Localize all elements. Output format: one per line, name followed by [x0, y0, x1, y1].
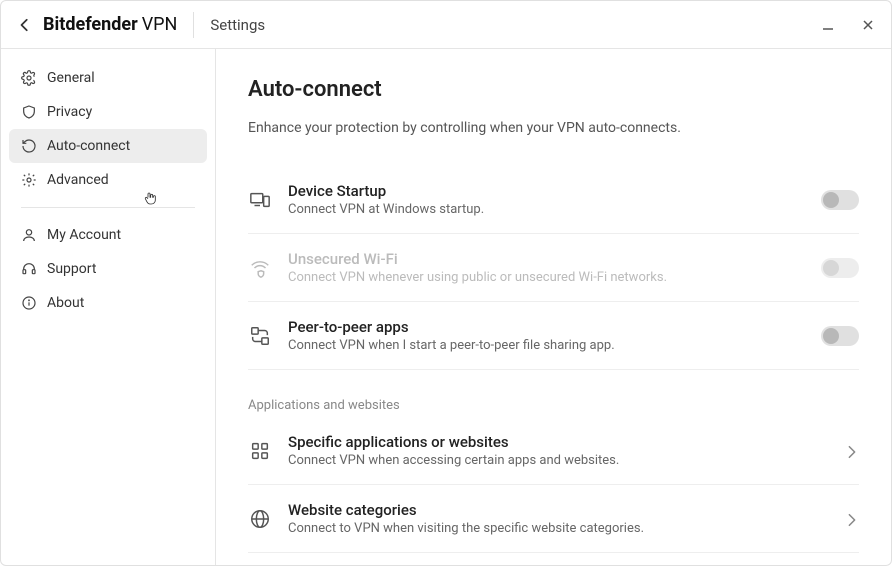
setting-title: Device Startup: [288, 182, 805, 200]
wifi-shield-icon: [248, 256, 272, 280]
setting-desc: Connect VPN whenever using public or uns…: [288, 270, 805, 285]
app-brand: Bitdefender VPN: [43, 14, 177, 35]
link-desc: Connect to VPN when visiting the specifi…: [288, 521, 829, 536]
setting-title: Peer-to-peer apps: [288, 318, 805, 336]
link-row-specific-apps[interactable]: Specific applications or websites Connec…: [248, 417, 859, 485]
window-controls: [819, 16, 877, 34]
grid-icon: [248, 439, 272, 463]
titlebar: Bitdefender VPN Settings: [1, 1, 891, 49]
titlebar-separator: [193, 12, 194, 38]
sidebar-item-about[interactable]: About: [9, 286, 207, 320]
refresh-icon: [21, 138, 37, 154]
info-icon: [21, 295, 37, 311]
group-label: Applications and websites: [248, 398, 859, 413]
brand-product: VPN: [142, 14, 178, 35]
sidebar-item-support[interactable]: Support: [9, 252, 207, 286]
setting-row-unsecured-wifi: Unsecured Wi-Fi Connect VPN whenever usi…: [248, 234, 859, 302]
chevron-right-icon: [845, 512, 859, 526]
sidebar-item-label: Auto-connect: [47, 138, 130, 154]
sidebar-item-auto-connect[interactable]: Auto-connect: [9, 129, 207, 163]
sidebar-item-label: Support: [47, 261, 96, 277]
toggle-device-startup[interactable]: [821, 190, 859, 210]
page-subtitle: Enhance your protection by controlling w…: [248, 120, 859, 136]
link-row-website-categories[interactable]: Website categories Connect to VPN when v…: [248, 485, 859, 553]
link-desc: Connect VPN when accessing certain apps …: [288, 453, 829, 468]
minimize-button[interactable]: [819, 16, 837, 34]
sidebar-item-privacy[interactable]: Privacy: [9, 95, 207, 129]
setting-desc: Connect VPN at Windows startup.: [288, 202, 805, 217]
toggle-peer-to-peer[interactable]: [821, 326, 859, 346]
close-button[interactable]: [859, 16, 877, 34]
chevron-right-icon: [845, 444, 859, 458]
back-button[interactable]: [15, 15, 35, 35]
toggle-unsecured-wifi: [821, 258, 859, 278]
link-title: Specific applications or websites: [288, 433, 829, 451]
shield-icon: [21, 104, 37, 120]
page-title: Auto-connect: [248, 77, 859, 102]
sidebar-item-label: General: [47, 70, 95, 86]
brand-name: Bitdefender: [43, 14, 138, 35]
devices-icon: [248, 188, 272, 212]
link-title: Website categories: [288, 501, 829, 519]
setting-row-device-startup: Device Startup Connect VPN at Windows st…: [248, 166, 859, 234]
sidebar-separator: [21, 207, 195, 208]
sidebar-item-my-account[interactable]: My Account: [9, 218, 207, 252]
p2p-icon: [248, 324, 272, 348]
sidebar-item-label: About: [47, 295, 84, 311]
setting-row-peer-to-peer: Peer-to-peer apps Connect VPN when I sta…: [248, 302, 859, 370]
sidebar-item-label: My Account: [47, 227, 121, 243]
headset-icon: [21, 261, 37, 277]
sliders-icon: [21, 172, 37, 188]
sidebar: General Privacy Auto-connect Advanced: [1, 49, 216, 565]
setting-title: Unsecured Wi-Fi: [288, 250, 805, 268]
sidebar-item-general[interactable]: General: [9, 61, 207, 95]
sidebar-item-label: Advanced: [47, 172, 109, 188]
user-icon: [21, 227, 37, 243]
sidebar-item-advanced[interactable]: Advanced: [9, 163, 207, 197]
sidebar-item-label: Privacy: [47, 104, 92, 120]
gear-icon: [21, 70, 37, 86]
titlebar-section: Settings: [210, 16, 265, 34]
main-panel: Auto-connect Enhance your protection by …: [216, 49, 891, 565]
globe-icon: [248, 507, 272, 531]
setting-desc: Connect VPN when I start a peer-to-peer …: [288, 338, 805, 353]
